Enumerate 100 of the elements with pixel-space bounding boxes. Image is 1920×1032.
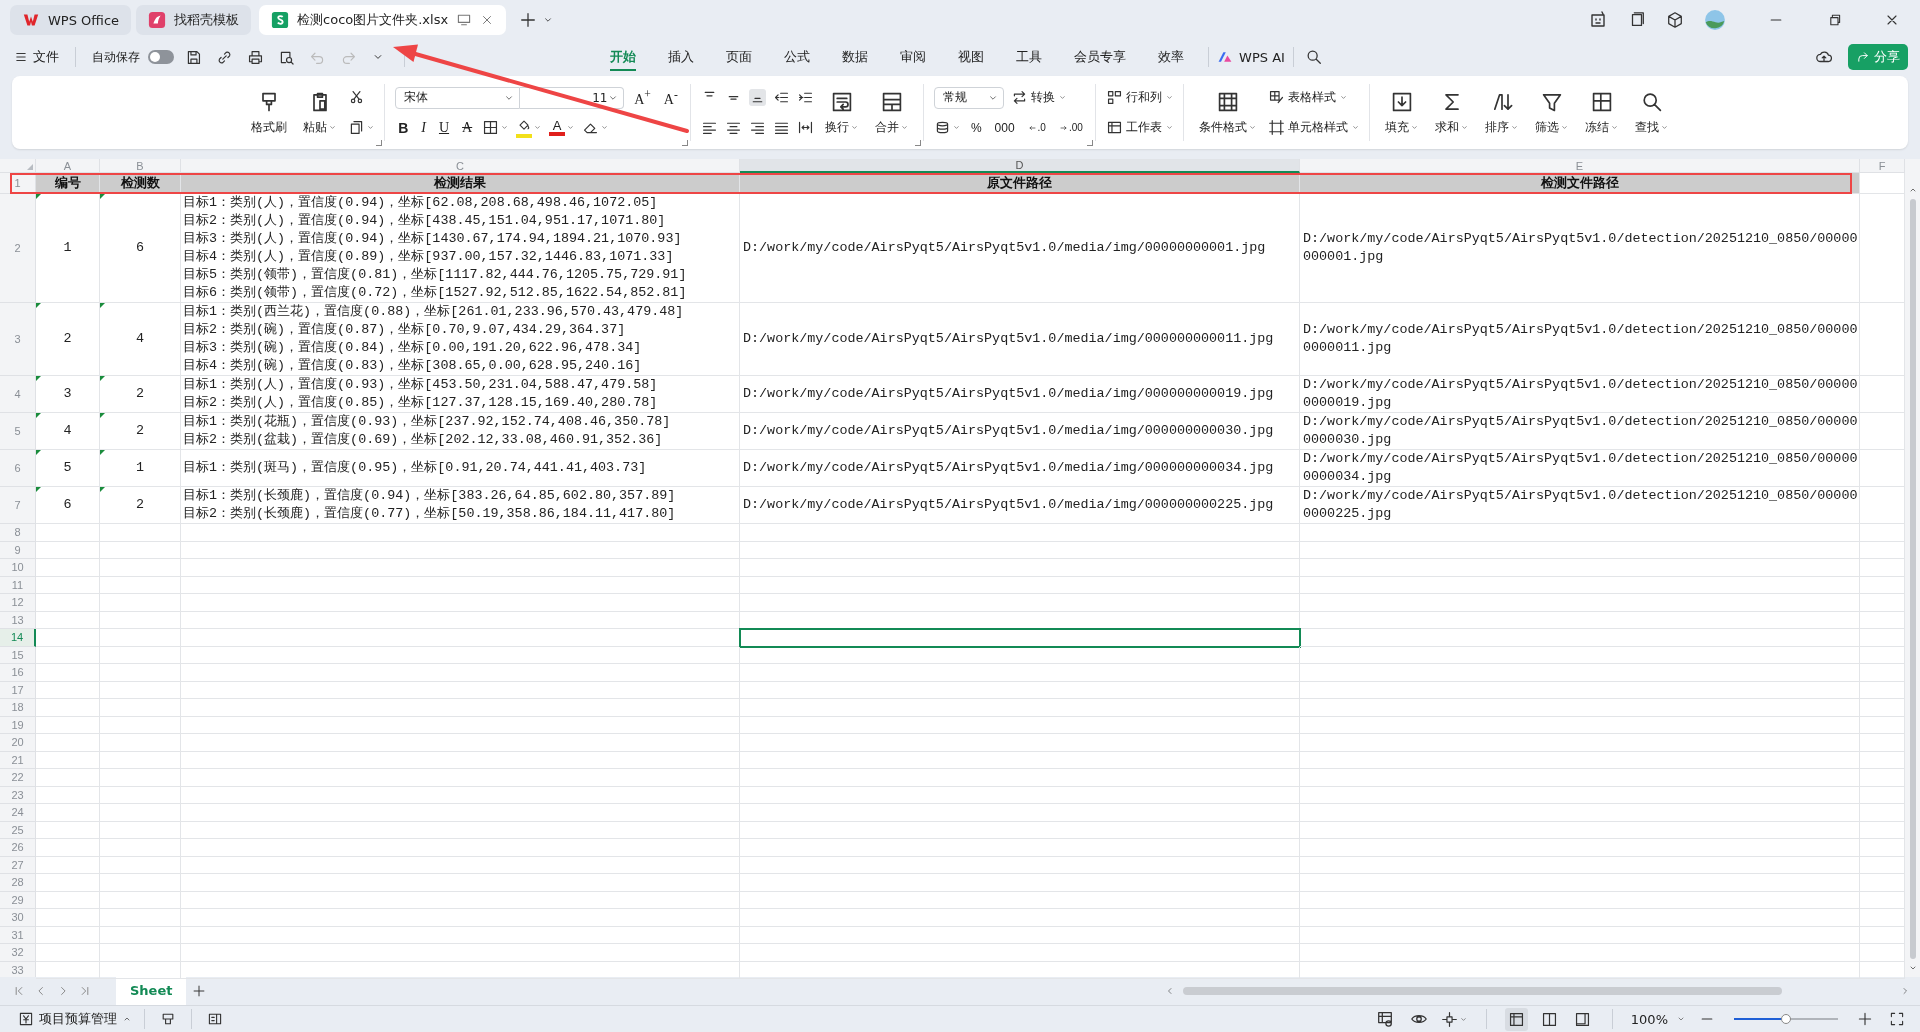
table-cell: 目标1：类别(人)，置信度(0.94)，坐标[62.08,208.68,498.46,1072.05] 目标2：类别(人)，置信度(0.94)，坐标[438.45,151.04,951.17,1071.80] 目标3：类别(人)，置信度(0.94)，坐标[1430.67,174.94,1894.21,1070.93] 目标4：类别(人)，置信度(0.89)，坐标[937.00,157.32,1446.83,1071.33] 目标5：类别(领带)，置信度(0.81)，坐标[1117.82,444.76,1205.75,729.91] 目标6：类别(领带)，置信度(0.72)，坐标[1527.92,512.85,1622.54,852.81] <box>181 194 740 303</box>
number-format-field[interactable]: 常规 <box>933 86 1004 109</box>
menu-tab[interactable]: 页面 <box>710 42 769 72</box>
template-logo-icon <box>148 11 167 29</box>
sum-button[interactable]: 求和 <box>1429 87 1474 138</box>
sheet-tab[interactable]: Sheet <box>116 977 187 1005</box>
align-bottom-icon[interactable] <box>748 89 766 106</box>
convert-button[interactable]: 转换 <box>1010 89 1067 106</box>
sidebar-icon[interactable] <box>207 1011 223 1027</box>
distribute-icon[interactable] <box>796 119 814 136</box>
table-style-button[interactable]: 表格样式 <box>1267 89 1348 106</box>
font-size-field[interactable]: 11 <box>520 86 625 109</box>
dialog-launcher[interactable] <box>1086 140 1093 146</box>
caret-icon <box>1338 93 1348 102</box>
cell-style-button[interactable]: 单元格样式 <box>1267 119 1360 136</box>
grow-font-button[interactable]: A$^{+}$ <box>631 87 654 108</box>
menu-tab[interactable]: 插入 <box>652 42 711 72</box>
save-icon[interactable] <box>185 48 202 66</box>
focus-button[interactable] <box>1440 1010 1468 1028</box>
menu-tab[interactable]: 开始 <box>594 42 653 72</box>
find-button[interactable]: 查找 <box>1629 87 1674 138</box>
scrollbar-thumb[interactable] <box>1909 199 1916 959</box>
table-cell: 1 <box>100 450 181 487</box>
column-header[interactable]: D <box>740 159 1300 173</box>
table-cell: 目标1：类别(人)，置信度(0.93)，坐标[453.50,231.04,588.47,479.58] 目标2：类别(人)，置信度(0.85)，坐标[127.37,128.15,169.40,280.78] <box>181 376 740 413</box>
underline-button[interactable]: U <box>435 119 453 136</box>
robot-icon[interactable] <box>1588 10 1608 30</box>
table-cell <box>36 734 100 752</box>
menu-tab[interactable]: 公式 <box>768 42 827 72</box>
borders-icon <box>482 119 500 136</box>
vertical-scrollbar[interactable] <box>1905 159 1920 977</box>
font-color-button[interactable]: A <box>549 119 576 136</box>
file-menu-button[interactable]: 文件 <box>14 48 59 66</box>
row-header[interactable]: 14 <box>0 629 36 647</box>
worksheet-button[interactable]: 工作表 <box>1105 119 1174 136</box>
dialog-launcher[interactable] <box>376 140 383 146</box>
menu-tab[interactable]: 视图 <box>942 42 1001 72</box>
percent-button[interactable]: % <box>967 120 985 135</box>
table-cell <box>36 926 100 944</box>
paste-button[interactable]: 粘贴 <box>298 87 343 138</box>
tab[interactable]: 检测coco图片文件夹.xlsx <box>259 5 507 35</box>
freeze-button[interactable]: 冻结 <box>1579 87 1624 138</box>
menu-tab[interactable]: 工具 <box>1000 42 1059 72</box>
table-cell: 4 <box>100 303 181 376</box>
table-cell: 目标1：类别(花瓶)，置信度(0.93)，坐标[237.92,152.74,408.46,350.78] 目标2：类别(盆栽)，置信度(0.69)，坐标[202.12,33.08,460.91,352.36] <box>181 413 740 450</box>
caret-icon <box>600 123 610 132</box>
shrink-font-button[interactable]: A$^{-}$ <box>660 87 681 108</box>
selected-cell[interactable] <box>740 629 1300 647</box>
avatar[interactable] <box>1704 9 1726 31</box>
table-cell <box>36 839 100 857</box>
add-sheet-icon[interactable] <box>192 984 207 998</box>
tab[interactable]: 找稻壳模板 <box>136 5 252 35</box>
table-cell: D:/work/my/code/AirsPyqt5/AirsPyqt5v1.0/detection/20251210_0850/000000000034.jpg <box>1300 450 1860 487</box>
conditional-format-button[interactable]: 条件格式 <box>1193 87 1262 138</box>
strikethrough-button[interactable]: A <box>459 119 476 136</box>
workspace-button[interactable]: 项目预算管理 <box>18 1010 132 1028</box>
font-name-field[interactable]: 宋体 <box>395 86 521 109</box>
increase-decimal-button[interactable]: .0 <box>1024 122 1049 133</box>
menu-tab[interactable]: 数据 <box>826 42 885 72</box>
new-tab-icon[interactable] <box>519 11 538 29</box>
table-cell <box>36 664 100 682</box>
format-painter-button[interactable]: 格式刷 <box>246 87 293 138</box>
normal-view-icon[interactable] <box>1504 1007 1528 1031</box>
fill-button[interactable]: 填充 <box>1379 87 1424 138</box>
wps-ai-button[interactable]: WPS AI <box>1217 49 1285 65</box>
zoom-level-button[interactable]: 100% <box>1630 1011 1686 1027</box>
bold-button[interactable]: B <box>395 119 412 136</box>
table-cell <box>36 909 100 927</box>
cube-icon[interactable] <box>1666 11 1684 29</box>
wrap-text-button[interactable]: 换行 <box>819 87 864 138</box>
copy-button[interactable] <box>348 119 376 136</box>
borders-button[interactable] <box>482 119 510 136</box>
table-cell: 4 <box>36 413 100 450</box>
decrease-decimal-button[interactable]: .00 <box>1055 122 1086 133</box>
autosave-toggle[interactable] <box>148 50 174 64</box>
tab[interactable]: WPS Office <box>10 5 132 35</box>
filter-button[interactable]: 筛选 <box>1529 87 1574 138</box>
print-icon[interactable] <box>247 48 264 66</box>
table-cell: 3 <box>36 376 100 413</box>
table-cell <box>36 699 100 717</box>
macro-icon[interactable] <box>160 1011 176 1027</box>
thousands-button[interactable]: 000 <box>991 120 1018 135</box>
italic-button[interactable]: I <box>418 119 429 136</box>
link-icon[interactable] <box>216 48 233 66</box>
dialog-launcher[interactable] <box>681 140 688 146</box>
table-cell <box>36 559 100 577</box>
merge-button[interactable]: 合并 <box>869 87 914 138</box>
caret-icon <box>1057 93 1067 102</box>
fullscreen-icon[interactable] <box>1889 1011 1905 1027</box>
sort-button[interactable]: 排序 <box>1479 87 1524 138</box>
caret-icon <box>1164 123 1174 132</box>
menu-tab[interactable]: 效率 <box>1142 42 1201 72</box>
dialog-launcher[interactable] <box>914 140 921 146</box>
zoom-in-icon[interactable] <box>1857 1011 1873 1027</box>
menu-tab[interactable]: 审阅 <box>884 42 943 72</box>
protect-sheet-icon[interactable] <box>1375 1010 1394 1028</box>
rows-columns-button[interactable]: 行和列 <box>1105 89 1174 106</box>
menu-tab[interactable]: 会员专享 <box>1058 42 1143 72</box>
table-cell <box>36 944 100 962</box>
window-mode-icon[interactable] <box>456 12 473 28</box>
